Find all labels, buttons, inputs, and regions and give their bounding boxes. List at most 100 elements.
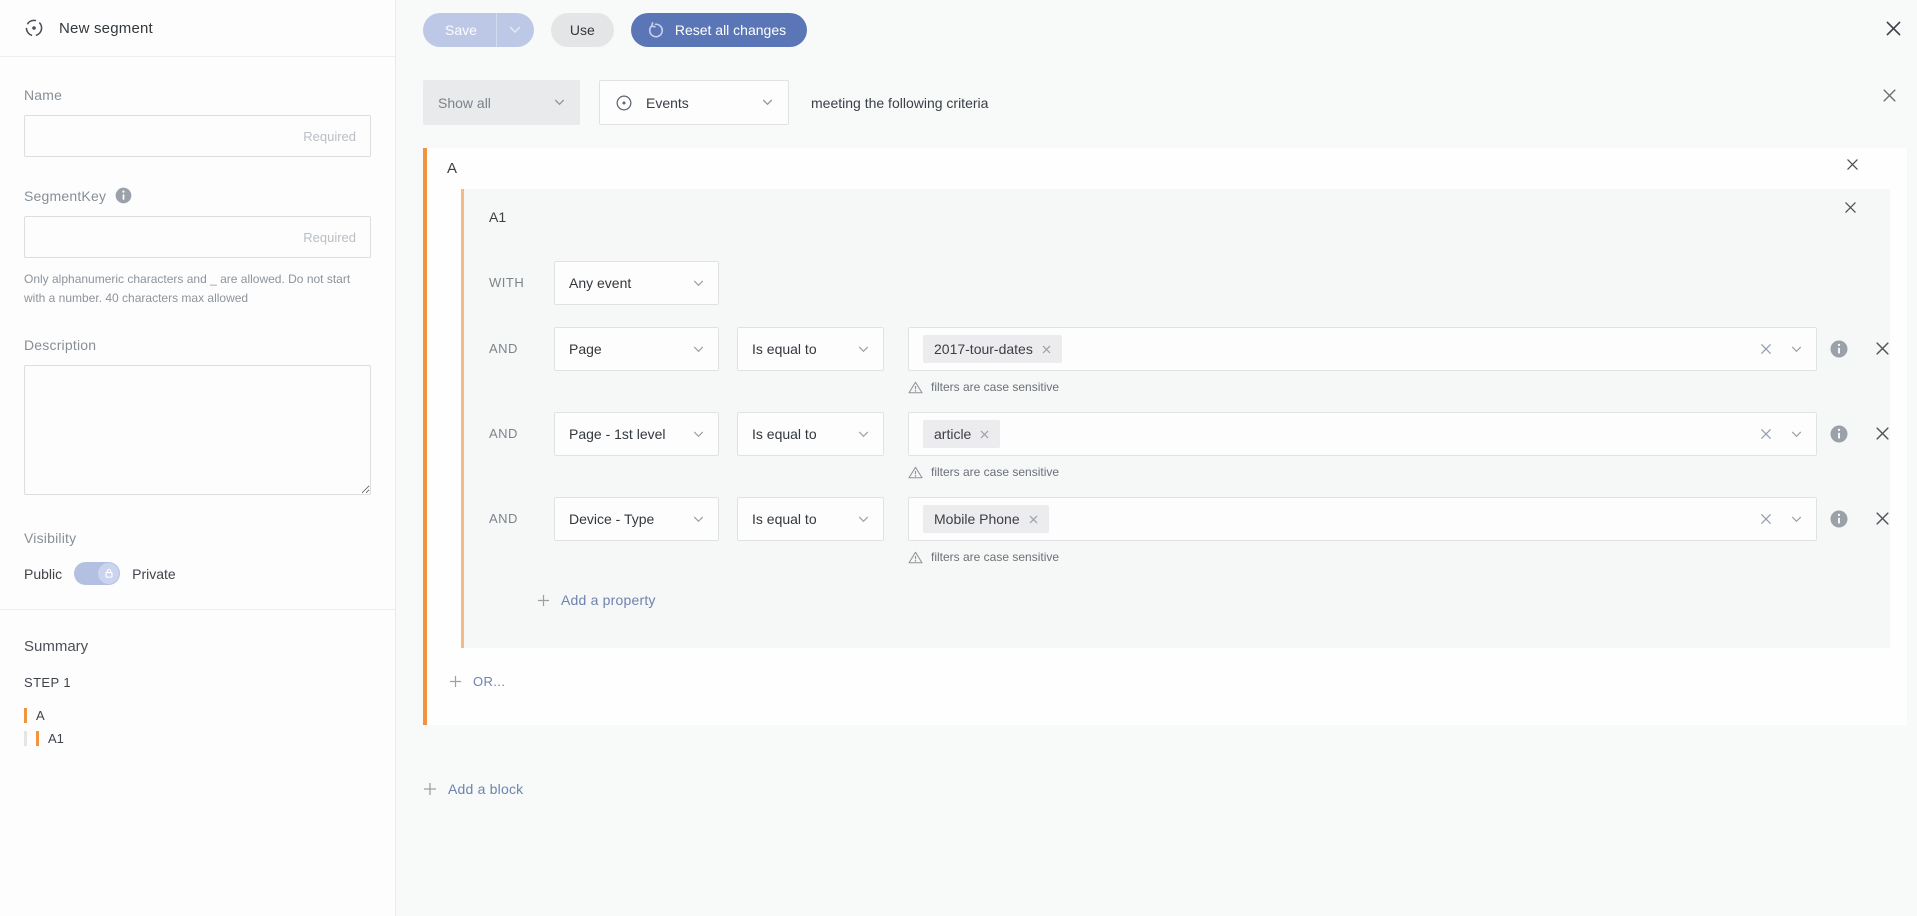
value-chip-label: 2017-tour-dates bbox=[934, 341, 1033, 357]
warning-text: filters are case sensitive bbox=[931, 465, 1060, 479]
value-chip: article bbox=[923, 420, 1001, 448]
value-chip-label: article bbox=[934, 426, 972, 442]
connector-label: AND bbox=[489, 341, 518, 356]
clear-values-icon[interactable] bbox=[1760, 428, 1772, 440]
value-input[interactable]: article bbox=[908, 412, 1817, 456]
add-property-button[interactable]: Add a property bbox=[537, 592, 656, 608]
value-input[interactable]: 2017-tour-dates bbox=[908, 327, 1817, 371]
save-button-label[interactable]: Save bbox=[423, 22, 496, 38]
summary-item-a[interactable]: A bbox=[24, 708, 371, 724]
operator-select-value: Is equal to bbox=[752, 511, 817, 527]
save-dropdown-toggle[interactable] bbox=[495, 13, 534, 47]
description-textarea[interactable] bbox=[24, 365, 371, 496]
property-select[interactable]: Device - Type bbox=[554, 497, 719, 541]
block-a-close-icon[interactable] bbox=[1846, 158, 1859, 171]
clear-values-icon[interactable] bbox=[1760, 343, 1772, 355]
reset-all-changes-button[interactable]: Reset all changes bbox=[630, 13, 808, 47]
delete-row-icon[interactable] bbox=[1875, 426, 1890, 441]
segment-icon bbox=[24, 18, 44, 38]
chevron-down-icon bbox=[693, 431, 704, 438]
operator-select-value: Is equal to bbox=[752, 341, 817, 357]
property-select[interactable]: Page bbox=[554, 327, 719, 371]
connector-label: WITH bbox=[489, 275, 525, 290]
segment-editor: New segment Name SegmentKey Only alphanu… bbox=[0, 0, 1917, 916]
toggle-knob bbox=[98, 563, 120, 585]
segmentkey-input[interactable] bbox=[24, 216, 371, 258]
segmentkey-label: SegmentKey bbox=[24, 187, 107, 204]
chevron-down-icon[interactable] bbox=[1791, 516, 1802, 523]
scope-select[interactable]: Show all bbox=[423, 80, 580, 125]
value-chip-label: Mobile Phone bbox=[934, 511, 1020, 527]
chip-remove-icon[interactable] bbox=[1042, 345, 1051, 354]
reset-button-label: Reset all changes bbox=[674, 22, 787, 38]
case-sensitive-warning: filters are case sensitive bbox=[908, 465, 1817, 479]
property-row: AND Device - Type Is equal to Mobile Pho… bbox=[489, 497, 1890, 564]
value-input[interactable]: Mobile Phone bbox=[908, 497, 1817, 541]
summary-item-a1[interactable]: A1 bbox=[24, 731, 371, 747]
name-input[interactable] bbox=[24, 115, 371, 157]
chip-remove-icon[interactable] bbox=[1029, 515, 1038, 524]
name-label: Name bbox=[24, 87, 63, 103]
reset-icon bbox=[647, 21, 664, 39]
visibility-toggle[interactable] bbox=[74, 562, 121, 586]
scope-select-value: Show all bbox=[438, 94, 491, 111]
page-title: New segment bbox=[59, 19, 153, 37]
events-icon bbox=[615, 94, 633, 112]
chevron-down-icon bbox=[858, 431, 869, 438]
event-type-select[interactable]: Events bbox=[599, 80, 789, 125]
chevron-down-icon bbox=[554, 99, 565, 106]
visibility-label: Visibility bbox=[24, 530, 77, 547]
property-select[interactable]: Page - 1st level bbox=[554, 412, 719, 456]
info-icon[interactable] bbox=[1830, 425, 1848, 443]
event-select[interactable]: Any event bbox=[554, 261, 719, 305]
delete-row-icon[interactable] bbox=[1875, 341, 1890, 356]
info-icon[interactable] bbox=[1830, 340, 1848, 358]
value-chip: Mobile Phone bbox=[923, 505, 1049, 533]
chevron-down-icon[interactable] bbox=[1791, 431, 1802, 438]
connector-label: AND bbox=[489, 511, 518, 526]
or-button-label: OR... bbox=[473, 674, 506, 689]
event-select-value: Any event bbox=[569, 275, 632, 291]
main-panel: Save Use Reset all changes Show all Even… bbox=[396, 0, 1917, 916]
criteria-suffix-text: meeting the following criteria bbox=[811, 94, 989, 111]
criteria-close-icon[interactable] bbox=[1882, 88, 1897, 103]
chevron-down-icon bbox=[693, 516, 704, 523]
clear-values-icon[interactable] bbox=[1760, 513, 1772, 525]
add-block-label: Add a block bbox=[448, 781, 524, 797]
chevron-down-icon bbox=[762, 99, 773, 106]
operator-select[interactable]: Is equal to bbox=[737, 497, 884, 541]
block-a1: A1 WITH Any event AND Page Is equal to 2… bbox=[461, 189, 1890, 648]
warning-icon bbox=[908, 466, 923, 479]
add-property-label: Add a property bbox=[561, 592, 656, 608]
block-a: A A1 WITH Any event AND Page Is equal to… bbox=[423, 148, 1907, 725]
use-button[interactable]: Use bbox=[550, 13, 614, 47]
chip-remove-icon[interactable] bbox=[980, 430, 989, 439]
property-row: AND Page - 1st level Is equal to article… bbox=[489, 412, 1890, 479]
segmentkey-info-icon[interactable] bbox=[115, 187, 132, 204]
condition-row-with: WITH Any event bbox=[489, 261, 1890, 305]
chevron-down-icon[interactable] bbox=[1791, 346, 1802, 353]
event-type-select-value: Events bbox=[646, 94, 689, 111]
delete-row-icon[interactable] bbox=[1875, 511, 1890, 526]
toolbar: Save Use Reset all changes bbox=[396, 0, 1917, 47]
summary-title: Summary bbox=[24, 638, 89, 656]
add-block-button[interactable]: Add a block bbox=[423, 781, 523, 797]
chevron-down-icon bbox=[858, 516, 869, 523]
sidebar-header: New segment bbox=[0, 0, 395, 57]
block-a1-label: A1 bbox=[489, 209, 507, 225]
summary-bar-orange bbox=[24, 708, 27, 724]
block-a1-close-icon[interactable] bbox=[1844, 201, 1857, 214]
operator-select[interactable]: Is equal to bbox=[737, 327, 884, 371]
summary-step-label: STEP 1 bbox=[24, 675, 71, 691]
save-button[interactable]: Save bbox=[423, 13, 534, 47]
info-icon[interactable] bbox=[1830, 510, 1848, 528]
plus-icon bbox=[537, 594, 550, 607]
close-icon[interactable] bbox=[1885, 20, 1902, 37]
lock-icon bbox=[104, 568, 114, 579]
operator-select[interactable]: Is equal to bbox=[737, 412, 884, 456]
sidebar-divider bbox=[0, 609, 395, 611]
visibility-private-label: Private bbox=[132, 565, 176, 582]
warning-text: filters are case sensitive bbox=[931, 550, 1060, 564]
summary-item-label: A bbox=[36, 708, 45, 724]
add-or-condition-button[interactable]: OR... bbox=[449, 674, 505, 689]
